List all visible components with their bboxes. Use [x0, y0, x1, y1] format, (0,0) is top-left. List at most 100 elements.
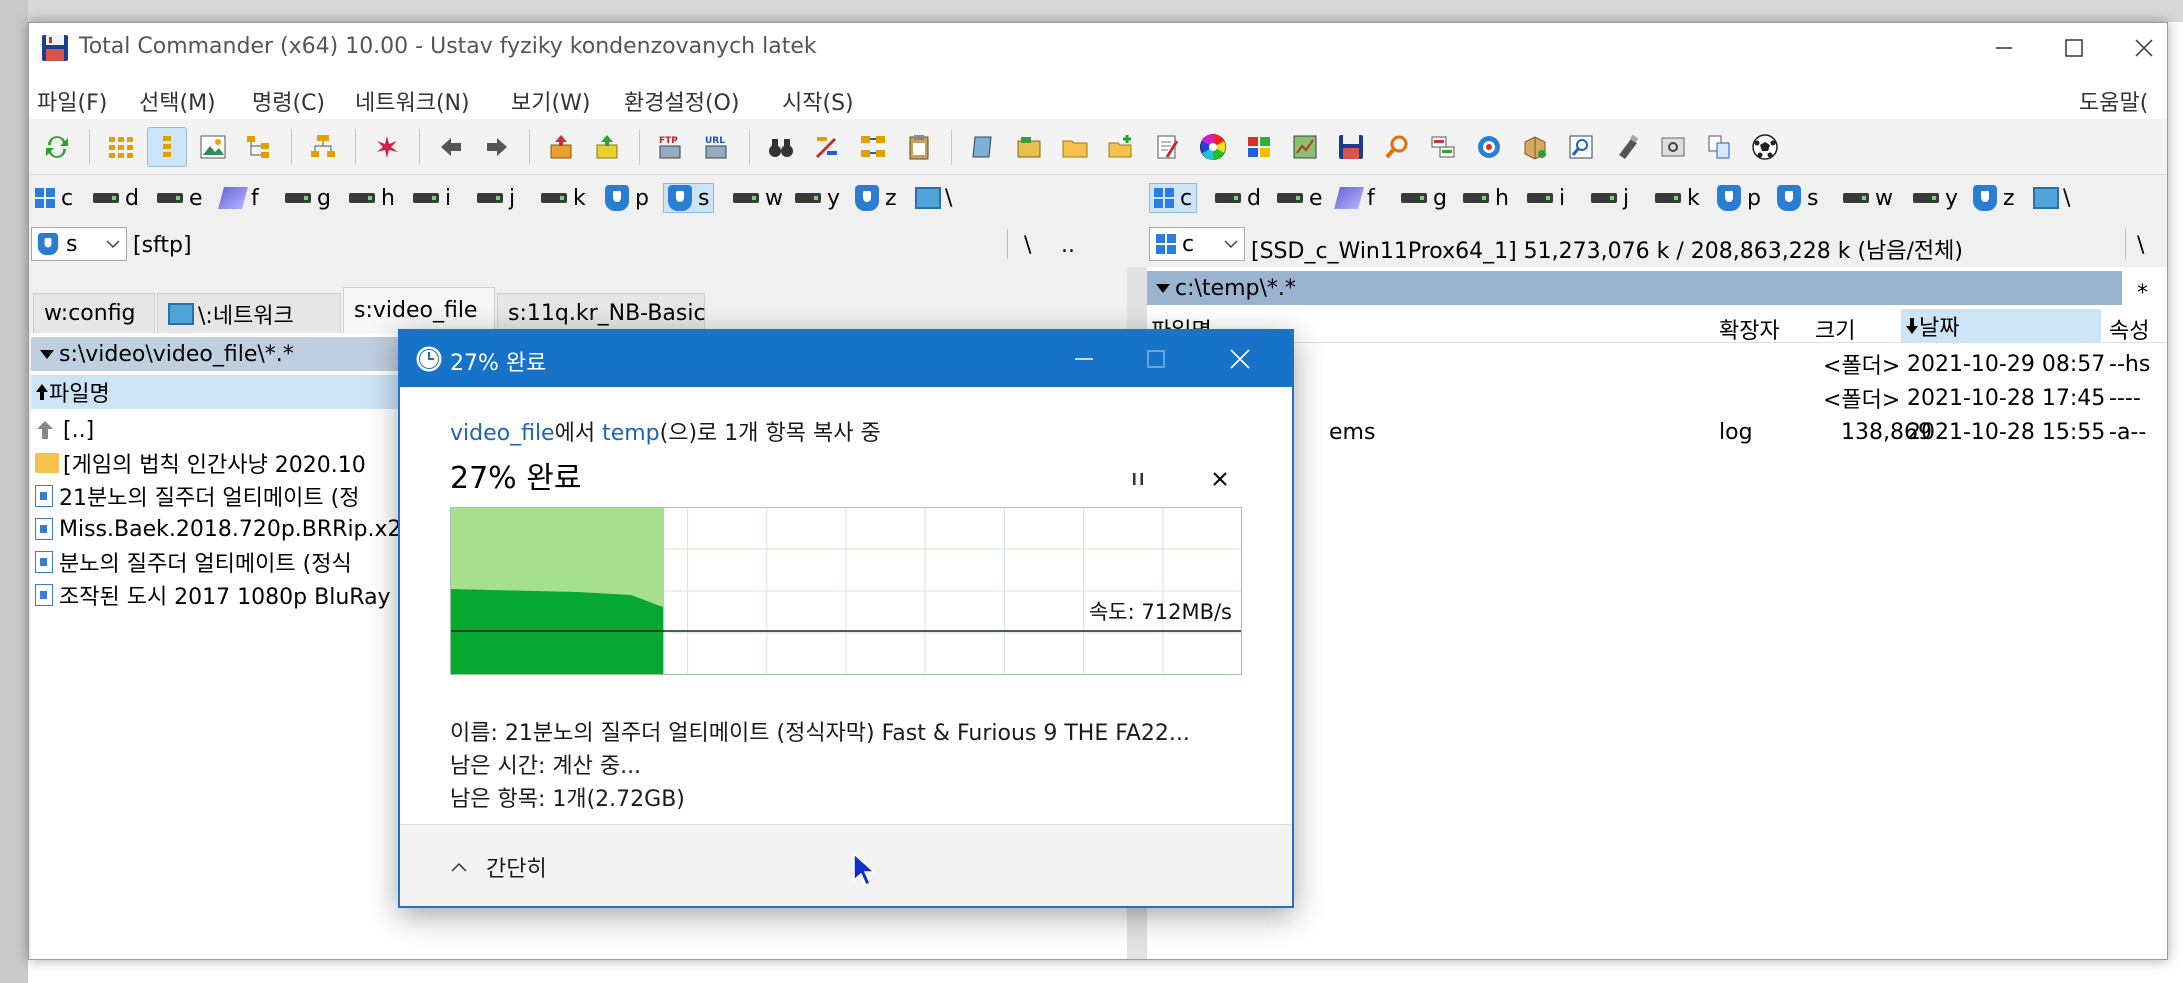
drive-button-s[interactable]: s: [663, 183, 715, 213]
right-star-button[interactable]: *: [2137, 281, 2148, 306]
column-header-attr[interactable]: 속성: [2109, 313, 2149, 345]
menu-help[interactable]: 도움말(: [2079, 85, 2148, 117]
back-button[interactable]: [431, 127, 471, 167]
drive-button-z[interactable]: z: [1969, 183, 2019, 213]
drive-button-h[interactable]: h: [345, 183, 399, 213]
menu-configuration[interactable]: 환경설정(O): [624, 85, 739, 117]
drive-button-network[interactable]: \: [2029, 183, 2074, 213]
settings-button[interactable]: [1653, 127, 1693, 167]
clipboard-button[interactable]: [899, 127, 939, 167]
camera-button[interactable]: [1469, 127, 1509, 167]
table-row[interactable]: ] <폴더> 2021-10-28 17:45 ----: [1147, 381, 2167, 415]
right-root-button[interactable]: \: [2137, 233, 2144, 258]
cancel-copy-button[interactable]: [1200, 459, 1240, 499]
minimize-button[interactable]: [1969, 23, 2039, 73]
drive-button-j[interactable]: j: [473, 183, 519, 213]
collapse-button[interactable]: 간단히: [450, 847, 547, 887]
brief-view-button[interactable]: [101, 127, 141, 167]
compare-button[interactable]: [1009, 127, 1049, 167]
ftp-connect-button[interactable]: FTP: [651, 127, 691, 167]
column-header-size[interactable]: 크기: [1815, 313, 1855, 345]
notes-button[interactable]: [963, 127, 1003, 167]
usb-button[interactable]: [1607, 127, 1647, 167]
drive-button-i[interactable]: i: [409, 183, 455, 213]
search-files-button[interactable]: [761, 127, 801, 167]
close-button[interactable]: [2109, 23, 2167, 73]
right-path-bar[interactable]: c:\temp\*.*: [1147, 271, 2122, 305]
drive-button-s[interactable]: s: [1773, 183, 1822, 213]
drive-button-w[interactable]: w: [729, 183, 787, 213]
url-connect-button[interactable]: URL: [697, 127, 737, 167]
drive-button-f[interactable]: f: [217, 183, 263, 213]
list-item[interactable]: 분노의 질주더 얼티메이트 (정식: [35, 545, 352, 579]
drive-button-k[interactable]: k: [1651, 183, 1704, 213]
drive-button-g[interactable]: g: [281, 183, 335, 213]
drive-button-p[interactable]: p: [601, 183, 653, 213]
sync-dirs-button[interactable]: [853, 127, 893, 167]
windows-settings-button[interactable]: [1239, 127, 1279, 167]
drive-button-c[interactable]: c: [31, 183, 77, 213]
list-item[interactable]: 조작된 도시 2017 1080p BluRay: [35, 578, 391, 612]
drive-button-network[interactable]: \: [911, 183, 956, 213]
drive-button-y[interactable]: y: [1909, 183, 1962, 213]
color-settings-button[interactable]: [1193, 127, 1233, 167]
maximize-button[interactable]: [2039, 23, 2109, 73]
left-root-button[interactable]: \: [1024, 233, 1031, 258]
left-up-button[interactable]: ..: [1061, 233, 1075, 258]
tab-video-file[interactable]: s:video_file: [343, 287, 495, 333]
pause-button[interactable]: [1118, 459, 1158, 499]
menu-file[interactable]: 파일(F): [37, 85, 107, 117]
right-drive-combo[interactable]: c: [1149, 227, 1245, 261]
table-row[interactable]: <폴더> 2021-10-29 08:57 --hs: [1147, 347, 2167, 381]
dialog-close-button[interactable]: [1192, 331, 1288, 387]
full-view-button[interactable]: [147, 127, 187, 167]
drive-button-e[interactable]: e: [1273, 183, 1327, 213]
dialog-minimize-button[interactable]: [1048, 331, 1120, 387]
menu-network[interactable]: 네트워크(N): [355, 85, 470, 117]
left-drive-combo[interactable]: s: [31, 227, 127, 261]
drive-button-e[interactable]: e: [153, 183, 207, 213]
chart-tool-button[interactable]: [1285, 127, 1325, 167]
dest-folder-link[interactable]: temp: [602, 421, 660, 446]
drive-button-j[interactable]: j: [1587, 183, 1633, 213]
drive-button-y[interactable]: y: [791, 183, 844, 213]
menu-view[interactable]: 보기(W): [511, 85, 590, 117]
drive-button-w[interactable]: w: [1839, 183, 1897, 213]
left-column-header-name[interactable]: 파일명: [31, 375, 431, 409]
save-button[interactable]: [1331, 127, 1371, 167]
menu-select[interactable]: 선택(M): [139, 85, 216, 117]
tab-11q-nb-basic[interactable]: s:11q.kr_NB-Basic: [497, 293, 706, 333]
drive-button-p[interactable]: p: [1713, 183, 1765, 213]
forward-button[interactable]: [477, 127, 517, 167]
list-item[interactable]: Miss.Baek.2018.720p.BRRip.x26: [35, 512, 416, 546]
menu-start[interactable]: 시작(S): [782, 85, 854, 117]
pack-button[interactable]: [541, 127, 581, 167]
tree-panel-button[interactable]: [303, 127, 343, 167]
table-row[interactable]: ems log 138,869 2021-10-28 15:55 -a--: [1147, 415, 2167, 449]
diff-button[interactable]: [1423, 127, 1463, 167]
unpack-button[interactable]: [587, 127, 627, 167]
soccer-ball-button[interactable]: [1745, 127, 1785, 167]
copy-names-button[interactable]: [1699, 127, 1739, 167]
package-button[interactable]: [1515, 127, 1555, 167]
thumbnails-button[interactable]: [193, 127, 233, 167]
edit-button[interactable]: [1147, 127, 1187, 167]
drive-button-h[interactable]: h: [1459, 183, 1513, 213]
new-folder-button[interactable]: [1101, 127, 1141, 167]
refresh-button[interactable]: [37, 127, 77, 167]
open-folder-button[interactable]: [1055, 127, 1095, 167]
multi-rename-button[interactable]: [807, 127, 847, 167]
drive-button-k[interactable]: k: [537, 183, 590, 213]
tree-view-button[interactable]: [239, 127, 279, 167]
column-header-ext[interactable]: 확장자: [1719, 313, 1780, 345]
list-item[interactable]: [..]: [35, 413, 94, 447]
tab-network[interactable]: \:네트워크: [157, 293, 341, 333]
drive-button-c[interactable]: c: [1149, 183, 1198, 213]
source-folder-link[interactable]: video_file: [450, 421, 555, 446]
tab-w-config[interactable]: w:config: [33, 293, 155, 333]
drive-button-d[interactable]: d: [89, 183, 143, 213]
drive-button-f[interactable]: f: [1333, 183, 1379, 213]
drive-button-d[interactable]: d: [1211, 183, 1265, 213]
menu-commands[interactable]: 명령(C): [252, 85, 325, 117]
invert-selection-button[interactable]: [367, 127, 407, 167]
